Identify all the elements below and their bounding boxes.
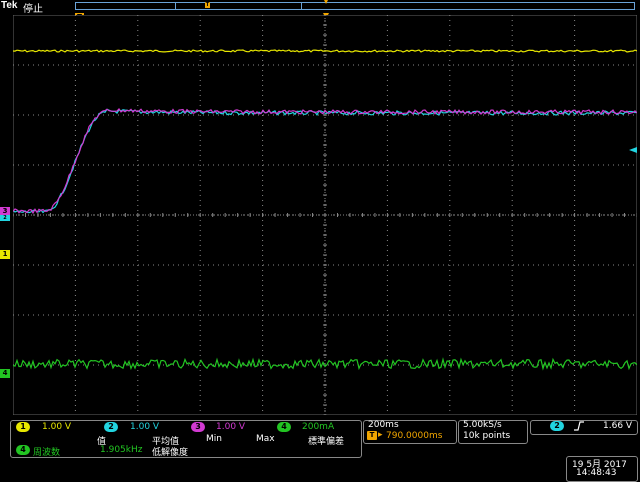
record-view-window[interactable] <box>175 2 302 10</box>
brand-logo: Tek <box>1 0 18 11</box>
waveform-display[interactable] <box>13 15 637 415</box>
ch1-ground-marker[interactable]: 1 <box>0 250 10 259</box>
ch4-ground-marker[interactable]: 4 <box>0 369 10 378</box>
trigger-source-badge: 2 <box>550 421 564 431</box>
horizontal-scale[interactable]: 200ms <box>368 420 399 430</box>
acquisition-state: 停止 <box>23 4 43 15</box>
ch2-ground-marker[interactable]: 2 <box>0 215 10 221</box>
top-status-bar: Tek 停止 T <box>0 0 640 15</box>
record-length: 10k points <box>463 431 511 441</box>
horizontal-position[interactable]: 790.0000ms <box>386 431 442 441</box>
measure-name[interactable]: 周波数 <box>33 445 60 458</box>
ch2-badge: 2 <box>104 422 118 432</box>
trigger-level[interactable]: 1.66 V <box>603 421 632 431</box>
readout-panel: 1 1.00 V 2 1.00 V 3 1.00 V 4 200mA 值 平均值… <box>0 416 640 482</box>
measure-value: 1.905kHz <box>100 445 143 455</box>
trigger-offset-arrow-icon: ▸ <box>378 430 383 440</box>
trigger-offset-icon: T <box>367 431 377 440</box>
measure-channel-badge: 4 <box>16 445 30 455</box>
measure-header-min: Min <box>206 434 222 444</box>
record-view-bar[interactable] <box>75 2 635 10</box>
ch2-scale[interactable]: 1.00 V <box>130 422 159 432</box>
expansion-point-icon <box>323 0 329 4</box>
ch4-badge: 4 <box>277 422 291 432</box>
ch3-badge: 3 <box>191 422 205 432</box>
sample-rate: 5.00kS/s <box>463 420 502 430</box>
trigger-position-marker-small: T <box>205 2 210 8</box>
ch3-scale[interactable]: 1.00 V <box>216 422 245 432</box>
ch1-badge: 1 <box>16 422 30 432</box>
ch4-scale[interactable]: 200mA <box>302 422 334 432</box>
measure-header-stddev: 標準偏差 <box>308 437 345 447</box>
ch1-scale[interactable]: 1.00 V <box>42 422 71 432</box>
measure-header-max: Max <box>256 434 275 444</box>
rising-edge-icon <box>574 421 584 431</box>
time: 14:48:43 <box>576 468 617 478</box>
measure-note: 低解像度 <box>152 448 189 458</box>
